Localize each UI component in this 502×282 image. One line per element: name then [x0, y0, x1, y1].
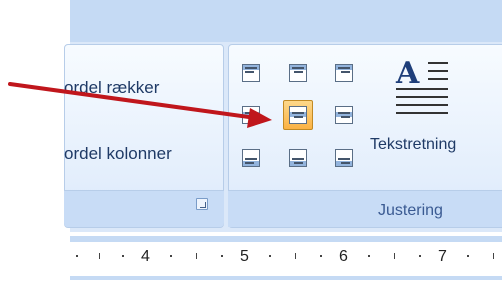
- align-center-right-icon: [335, 106, 353, 124]
- text-direction-glyph: A: [396, 56, 420, 91]
- ruler-dot: [122, 255, 124, 257]
- ruler-dot: [467, 255, 469, 257]
- ruler-top-band: [70, 236, 502, 242]
- align-bottom-left-button[interactable]: [236, 143, 266, 173]
- ruler-dot: [320, 255, 322, 257]
- ruler-number: 5: [240, 248, 249, 265]
- align-top-right-button[interactable]: [329, 58, 359, 88]
- align-top-left-button[interactable]: [236, 58, 266, 88]
- ruler-dot: [221, 255, 223, 257]
- align-center-icon: [289, 106, 307, 124]
- ruler-number: 6: [339, 248, 348, 265]
- align-bottom-center-button[interactable]: [283, 143, 313, 173]
- ruler-number: 4: [141, 248, 150, 265]
- ruler-dot: [419, 255, 421, 257]
- align-center-left-button[interactable]: [236, 100, 266, 130]
- dialog-launcher-icon[interactable]: [196, 198, 208, 210]
- align-top-center-button[interactable]: [283, 58, 313, 88]
- ruler-dot: [170, 255, 172, 257]
- alignment-group-footer: [228, 190, 502, 227]
- distribute-rows-button[interactable]: ordel rækker: [64, 78, 159, 98]
- text-direction-icon[interactable]: A: [396, 56, 452, 120]
- ruler-dot: [368, 255, 370, 257]
- ruler-bottom-band: [70, 276, 502, 280]
- ruler-dot: [269, 255, 271, 257]
- align-bottom-center-icon: [289, 149, 307, 167]
- ruler-tick: [295, 253, 296, 259]
- distribute-columns-button[interactable]: ordel kolonner: [64, 144, 172, 164]
- align-top-right-icon: [335, 64, 353, 82]
- ruler-tick: [196, 253, 197, 259]
- alignment-group-title: Justering: [378, 202, 443, 219]
- ruler-number: 7: [438, 248, 447, 265]
- ribbon-tab-strip: [70, 0, 502, 42]
- ruler-tick: [493, 253, 494, 259]
- ruler-tick: [394, 253, 395, 259]
- align-top-center-icon: [289, 64, 307, 82]
- text-direction-label[interactable]: Tekstretning: [370, 136, 456, 154]
- align-center-left-icon: [242, 106, 260, 124]
- ruler-tick: [99, 253, 100, 259]
- align-bottom-right-button[interactable]: [329, 143, 359, 173]
- align-bottom-right-icon: [335, 149, 353, 167]
- align-top-left-icon: [242, 64, 260, 82]
- align-bottom-left-icon: [242, 149, 260, 167]
- ruler-dot: [76, 255, 78, 257]
- align-center-right-button[interactable]: [329, 100, 359, 130]
- align-center-button[interactable]: [283, 100, 313, 130]
